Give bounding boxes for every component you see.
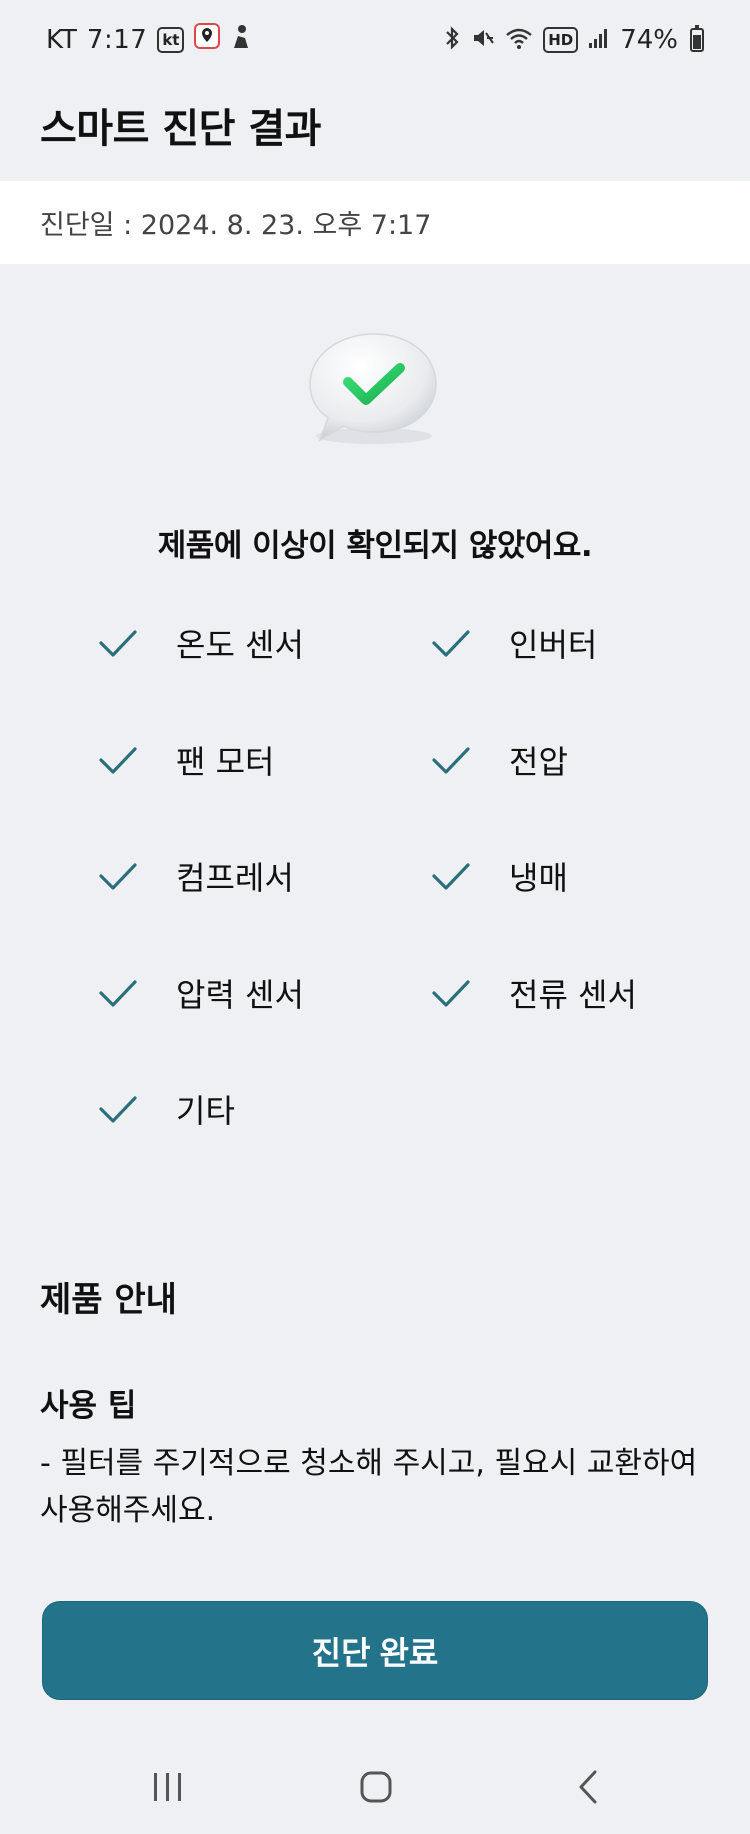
map-pin-icon xyxy=(194,22,221,58)
status-bar: KT 7:17 kt HD 74% xyxy=(0,0,750,80)
check-item-current-sensor: 전류 센서 xyxy=(431,965,637,1021)
check-item-pressure-sensor: 압력 센서 xyxy=(98,965,304,1021)
check-item-label: 전압 xyxy=(509,743,568,781)
diagnosis-done-button[interactable]: 진단 완료 xyxy=(42,1601,708,1700)
check-item-voltage: 전압 xyxy=(431,732,568,788)
check-icon xyxy=(99,630,137,657)
carrier-label: KT xyxy=(46,25,77,55)
check-icon xyxy=(432,863,470,890)
check-item-label: 전류 센서 xyxy=(509,976,637,1014)
check-item-fan-motor: 팬 모터 xyxy=(98,732,275,788)
recent-apps-icon[interactable] xyxy=(138,1762,198,1812)
status-bar-left: KT 7:17 kt xyxy=(46,22,252,58)
check-item-label: 기타 xyxy=(176,1092,235,1130)
usage-tip-body: - 필터를 주기적으로 청소해 주시고, 필요시 교환하여 사용해주세요. xyxy=(40,1446,698,1528)
status-bar-right: HD 74% xyxy=(443,25,704,55)
wifi-icon xyxy=(505,26,533,55)
page-title: 스마트 진단 결과 xyxy=(40,106,321,152)
check-item-refrigerant: 냉매 xyxy=(431,848,568,904)
hd-voice-icon: HD xyxy=(543,27,579,53)
check-item-temperature-sensor: 온도 센서 xyxy=(98,615,304,671)
product-info-title: 제품 안내 xyxy=(40,1280,177,1320)
check-item-compressor: 컴프레서 xyxy=(98,848,294,904)
mute-icon xyxy=(471,26,495,55)
check-item-label: 컴프레서 xyxy=(176,859,294,897)
check-item-label: 온도 센서 xyxy=(176,626,304,664)
check-icon xyxy=(99,980,137,1007)
check-item-inverter: 인버터 xyxy=(431,615,597,671)
diagnosis-date: 진단일 : 2024. 8. 23. 오후 7:17 xyxy=(40,210,432,241)
check-item-label: 압력 센서 xyxy=(176,976,304,1014)
signal-icon xyxy=(588,27,610,54)
usage-tip-title: 사용 팁 xyxy=(40,1388,137,1424)
bluetooth-icon xyxy=(443,25,461,55)
kt-app-icon: kt xyxy=(157,27,185,53)
battery-icon xyxy=(690,25,704,52)
person-icon xyxy=(230,24,252,57)
check-icon xyxy=(432,630,470,657)
speech-bubble-check-icon xyxy=(298,328,444,456)
check-icon xyxy=(432,747,470,774)
back-icon[interactable] xyxy=(558,1762,618,1812)
check-item-other: 기타 xyxy=(98,1081,235,1137)
screen: KT 7:17 kt HD 74% 스마트 진단 결과 진단일: 2024. … xyxy=(0,0,750,1834)
system-nav-bar xyxy=(0,1740,750,1834)
check-item-label: 인버터 xyxy=(509,626,598,664)
check-icon xyxy=(99,863,137,890)
check-icon xyxy=(99,747,137,774)
result-message: 제품에 이상이 확인되지 않았어요. xyxy=(157,528,593,564)
check-item-label: 냉매 xyxy=(509,859,568,897)
check-icon xyxy=(99,1096,137,1123)
battery-percent: 74% xyxy=(620,25,678,55)
diagnosis-date-bar: 진단일 : 2024. 8. 23. 오후 7:17 xyxy=(0,181,750,264)
home-icon[interactable] xyxy=(346,1762,406,1812)
check-icon xyxy=(432,980,470,1007)
clock: 7:17 xyxy=(86,25,148,55)
check-item-label: 팬 모터 xyxy=(176,743,275,781)
